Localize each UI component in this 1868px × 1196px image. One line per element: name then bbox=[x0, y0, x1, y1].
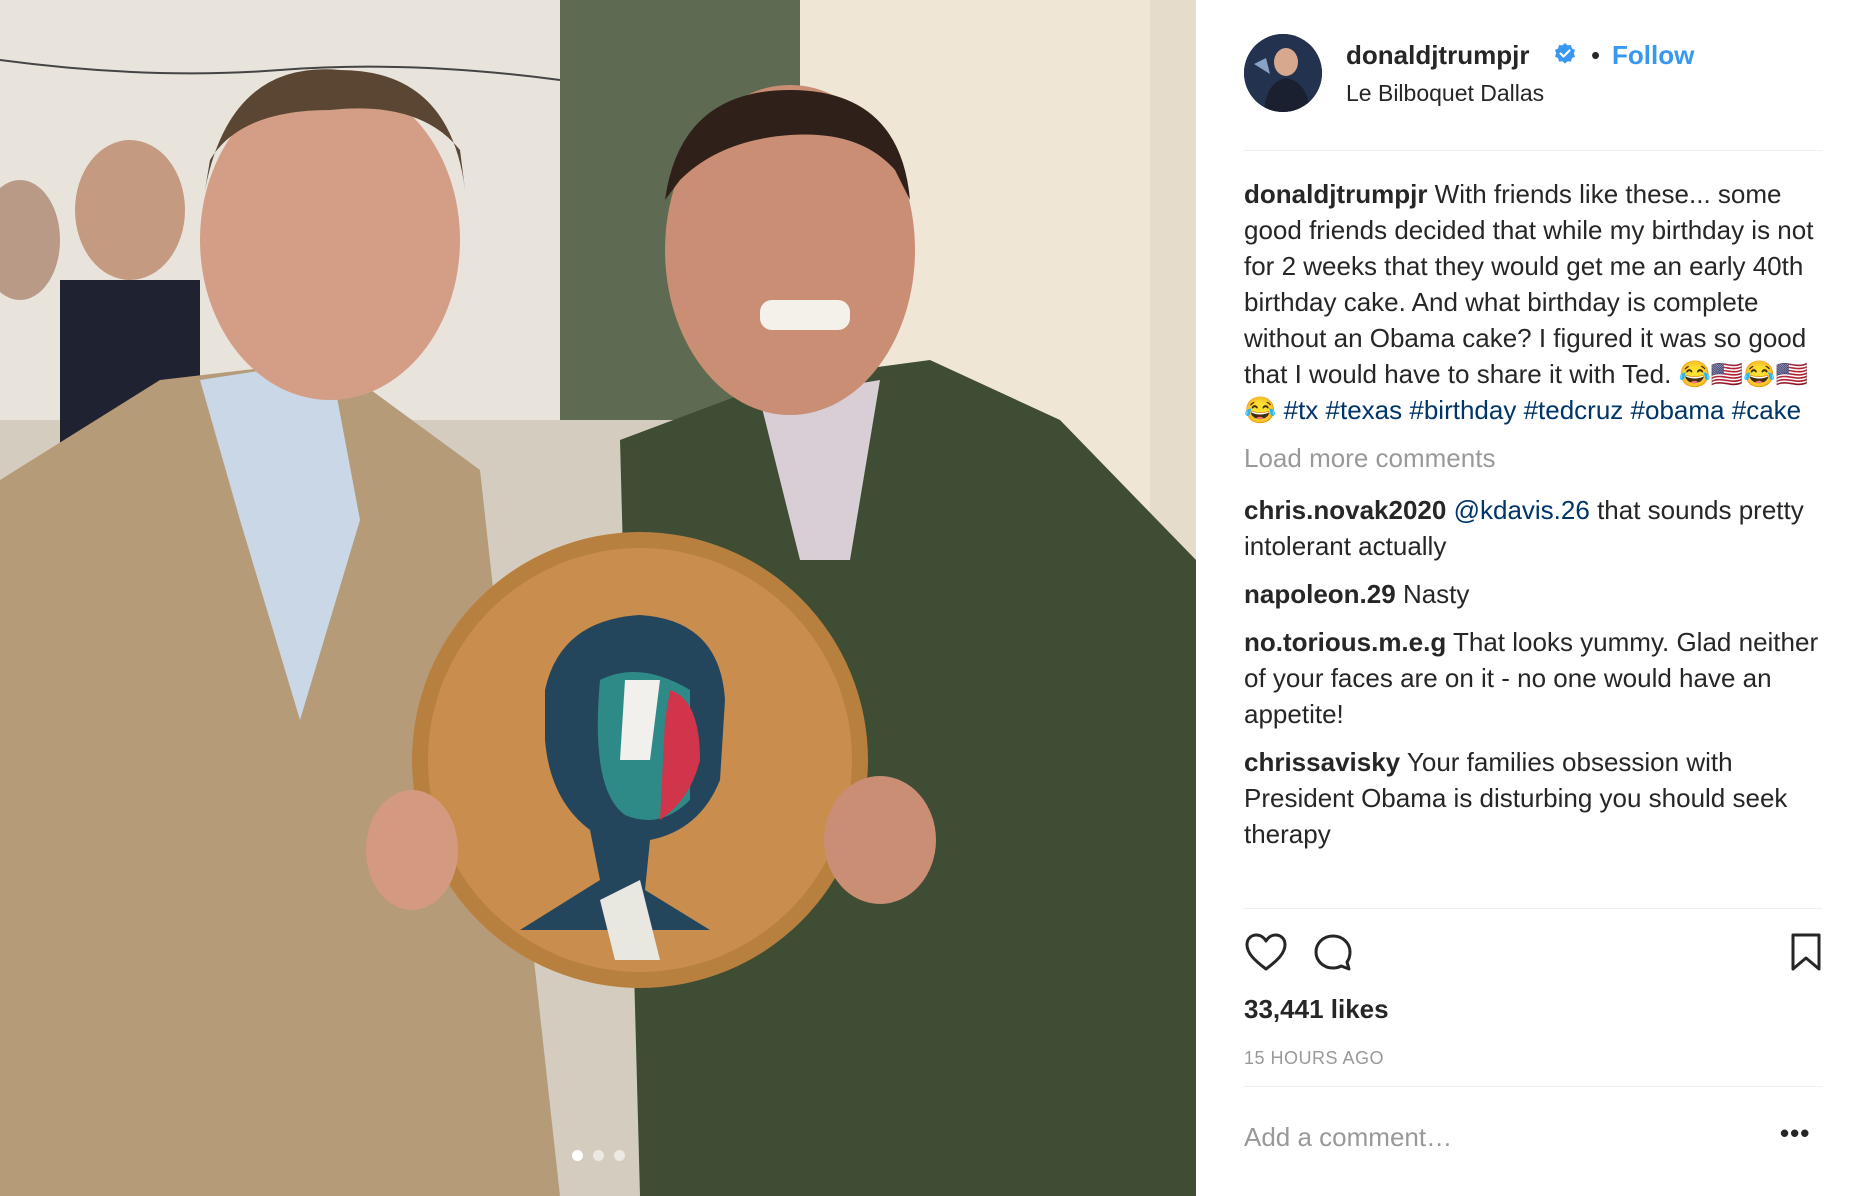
divider bbox=[1244, 1086, 1822, 1087]
divider bbox=[1244, 150, 1822, 151]
hashtag[interactable]: #texas bbox=[1326, 395, 1403, 425]
comment-username[interactable]: chris.novak2020 bbox=[1244, 495, 1446, 525]
instagram-post-view: donaldjtrumpjr • Follow Le Bilboquet Dal… bbox=[0, 0, 1868, 1196]
post-photo[interactable] bbox=[0, 0, 1196, 1196]
action-bar bbox=[1244, 930, 1822, 976]
hashtag[interactable]: #cake bbox=[1732, 395, 1801, 425]
comment: chrissavisky Your families obsession wit… bbox=[1244, 744, 1822, 852]
avatar[interactable] bbox=[1244, 34, 1322, 112]
add-comment-input[interactable]: Add a comment… bbox=[1244, 1122, 1452, 1153]
caption-text: With friends like these... some good fri… bbox=[1244, 179, 1814, 425]
caption: donaldjtrumpjr With friends like these..… bbox=[1244, 176, 1822, 428]
carousel-dot[interactable] bbox=[613, 1150, 625, 1161]
comment-username[interactable]: chrissavisky bbox=[1244, 747, 1400, 777]
comment-text: Nasty bbox=[1402, 579, 1470, 609]
header-separator: • bbox=[1591, 40, 1601, 70]
post-author-username[interactable]: donaldjtrumpjr bbox=[1346, 40, 1529, 71]
comment: no.torious.m.e.g That looks yummy. Glad … bbox=[1244, 624, 1822, 732]
comment-mention[interactable]: @kdavis.26 bbox=[1454, 495, 1590, 525]
hashtag[interactable]: #tedcruz bbox=[1524, 395, 1624, 425]
hashtag[interactable]: #obama bbox=[1631, 395, 1725, 425]
carousel-dot[interactable] bbox=[571, 1150, 583, 1161]
comment-icon[interactable] bbox=[1312, 932, 1354, 974]
comment: chris.novak2020 @kdavis.26 that sounds p… bbox=[1244, 492, 1822, 564]
load-more-comments-button[interactable]: Load more comments bbox=[1244, 440, 1822, 476]
caption-username[interactable]: donaldjtrumpjr bbox=[1244, 179, 1427, 209]
hashtag[interactable]: #tx bbox=[1284, 395, 1319, 425]
carousel-dot[interactable] bbox=[592, 1150, 604, 1161]
more-options-button[interactable]: ••• bbox=[1780, 1118, 1810, 1149]
post-timestamp[interactable]: 15 HOURS AGO bbox=[1244, 1048, 1384, 1069]
hashtag[interactable]: #birthday bbox=[1409, 395, 1516, 425]
comment-username[interactable]: napoleon.29 bbox=[1244, 579, 1396, 609]
bookmark-icon[interactable] bbox=[1790, 932, 1822, 972]
carousel-dots bbox=[0, 1148, 1196, 1166]
comment-username[interactable]: no.torious.m.e.g bbox=[1244, 627, 1446, 657]
follow-button[interactable]: Follow bbox=[1612, 40, 1694, 71]
post-sidebar: donaldjtrumpjr • Follow Le Bilboquet Dal… bbox=[1196, 0, 1868, 1196]
divider bbox=[1244, 908, 1822, 909]
comment-list: donaldjtrumpjr With friends like these..… bbox=[1244, 176, 1822, 864]
heart-icon[interactable] bbox=[1244, 932, 1288, 972]
likes-count[interactable]: 33,441 likes bbox=[1244, 994, 1389, 1025]
post-location[interactable]: Le Bilboquet Dallas bbox=[1346, 80, 1544, 107]
comment: napoleon.29 Nasty bbox=[1244, 576, 1822, 612]
post-image bbox=[0, 0, 1196, 1196]
verified-badge-icon bbox=[1555, 43, 1575, 64]
